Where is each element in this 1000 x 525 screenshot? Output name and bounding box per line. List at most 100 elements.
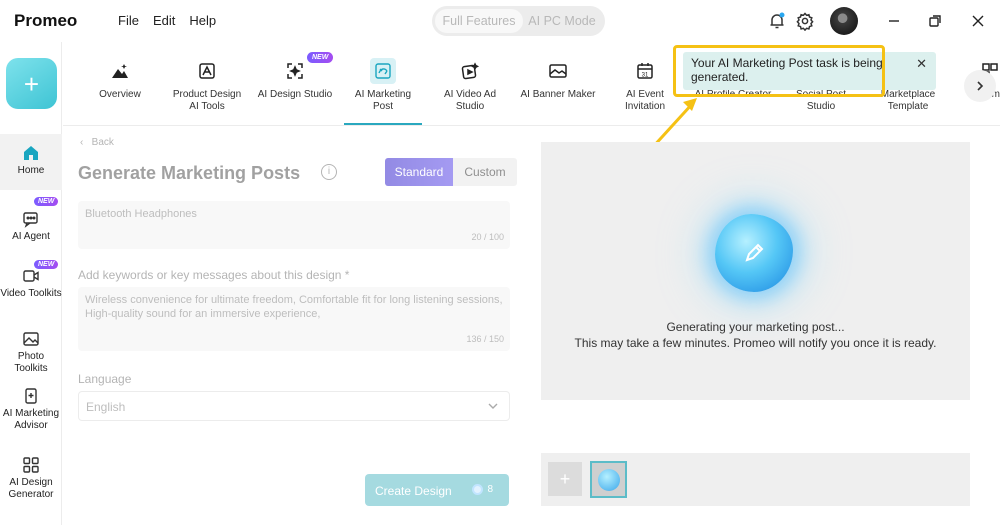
tool-label: AI Event Invitation bbox=[624, 89, 666, 112]
tool-label: AI Marketing Post bbox=[354, 89, 412, 112]
menu-help[interactable]: Help bbox=[189, 13, 216, 28]
back-label: Back bbox=[91, 137, 114, 148]
photo-icon bbox=[23, 332, 39, 346]
generate-form: ‹ Back Generate Marketing Posts i Standa… bbox=[63, 127, 533, 525]
menu-edit[interactable]: Edit bbox=[153, 13, 175, 28]
mode-toggle: Full Features AI PC Mode bbox=[432, 6, 605, 36]
keywords-value: Wireless convenience for ultimate freedo… bbox=[85, 294, 503, 320]
product-name-field[interactable]: Bluetooth Headphones 20 / 100 bbox=[78, 201, 510, 249]
char-counter: 136 / 150 bbox=[466, 334, 504, 344]
notification-text: Your AI Marketing Post task is being gen… bbox=[691, 56, 883, 84]
new-badge: NEW bbox=[34, 197, 59, 206]
sidebar: + Home AI Agent NEW Video Toolkits NEW P… bbox=[0, 42, 62, 525]
new-badge: NEW bbox=[307, 52, 334, 63]
minimize-icon[interactable] bbox=[884, 11, 904, 31]
sidebar-item-photo-toolkits[interactable]: Photo Toolkits bbox=[0, 330, 62, 376]
generating-status: Generating your marketing post... bbox=[666, 320, 845, 334]
tool-overview[interactable]: Overview bbox=[81, 42, 159, 125]
scroll-right-button[interactable] bbox=[964, 70, 996, 102]
generating-orb bbox=[715, 214, 793, 292]
sidebar-item-video-toolkits[interactable]: Video Toolkits bbox=[0, 267, 62, 313]
create-button[interactable]: + bbox=[6, 58, 57, 109]
tool-label: Product Design AI Tools bbox=[172, 89, 242, 112]
tool-label: AI Video Ad Studio bbox=[443, 89, 497, 112]
credit-icon bbox=[472, 484, 484, 495]
sidebar-item-label: AI Agent bbox=[12, 231, 50, 242]
notification-toast: Your AI Marketing Post task is being gen… bbox=[683, 52, 936, 90]
close-icon[interactable] bbox=[968, 11, 988, 31]
video-ad-icon bbox=[457, 58, 483, 84]
custom-tab[interactable]: Custom bbox=[453, 158, 517, 186]
ai-agent-icon bbox=[23, 212, 38, 228]
keywords-label: Add keywords or key messages about this … bbox=[78, 268, 350, 282]
chevron-right-icon bbox=[977, 81, 984, 91]
preview-panel: Generating your marketing post... This m… bbox=[541, 142, 970, 400]
advisor-icon bbox=[25, 388, 37, 404]
restore-icon[interactable] bbox=[925, 11, 945, 31]
home-icon bbox=[24, 146, 38, 160]
tool-label: AI Profile Creator bbox=[694, 89, 772, 100]
add-thumbnail-button[interactable]: + bbox=[548, 462, 582, 496]
plus-icon: + bbox=[23, 68, 40, 99]
bell-icon[interactable] bbox=[767, 11, 787, 31]
gear-icon[interactable] bbox=[795, 11, 815, 31]
full-features-mode[interactable]: Full Features bbox=[435, 9, 523, 33]
new-badge: NEW bbox=[34, 260, 59, 269]
tool-label: Social Post Studio bbox=[795, 89, 847, 112]
tool-label: Marketplace Template bbox=[880, 89, 936, 112]
thumbnail-bar: + bbox=[541, 453, 970, 506]
tool-ai-video-ad-studio[interactable]: AI Video Ad Studio bbox=[431, 42, 509, 125]
back-link[interactable]: ‹ Back bbox=[80, 137, 114, 148]
tool-ai-event-invitation[interactable]: 31 AI Event Invitation bbox=[606, 42, 684, 125]
sidebar-item-ai-marketing-advisor[interactable]: AI Marketing Advisor bbox=[0, 387, 62, 447]
plus-icon: + bbox=[559, 468, 571, 489]
generating-note: This may take a few minutes. Promeo will… bbox=[574, 336, 937, 350]
page-title: Generate Marketing Posts bbox=[78, 163, 301, 183]
sidebar-item-home[interactable]: Home bbox=[0, 134, 62, 190]
create-design-button[interactable]: Create Design 8 bbox=[365, 474, 509, 506]
keywords-field[interactable]: Wireless convenience for ultimate freedo… bbox=[78, 287, 510, 351]
sidebar-item-label: Photo Toolkits bbox=[14, 351, 48, 374]
sidebar-item-label: AI Marketing Advisor bbox=[2, 408, 60, 431]
thumbnail-current[interactable] bbox=[590, 461, 627, 498]
close-icon[interactable]: ✕ bbox=[916, 57, 927, 71]
banner-icon bbox=[545, 58, 571, 84]
avatar[interactable] bbox=[830, 7, 858, 35]
overview-icon bbox=[107, 58, 133, 84]
menu-file[interactable]: File bbox=[118, 13, 139, 28]
language-value: English bbox=[86, 400, 126, 414]
sidebar-item-ai-design-generator[interactable]: AI Design Generator bbox=[0, 456, 62, 502]
language-select[interactable]: English bbox=[78, 391, 510, 421]
menu-bar: File Edit Help bbox=[118, 13, 216, 28]
standard-tab[interactable]: Standard bbox=[385, 158, 453, 186]
sidebar-item-label: AI Design Generator bbox=[8, 477, 54, 500]
product-design-icon bbox=[194, 58, 220, 84]
info-icon[interactable]: i bbox=[321, 164, 337, 180]
credit-value: 8 bbox=[487, 484, 493, 495]
mode-segment: Standard Custom bbox=[385, 158, 517, 186]
tool-ai-banner-maker[interactable]: AI Banner Maker bbox=[519, 42, 597, 125]
sidebar-item-label: Video Toolkits bbox=[0, 288, 62, 299]
tool-ai-marketing-post[interactable]: AI Marketing Post bbox=[344, 42, 422, 125]
product-name-value: Bluetooth Headphones bbox=[85, 208, 197, 220]
ai-pc-mode[interactable]: AI PC Mode bbox=[523, 9, 601, 33]
svg-text:31: 31 bbox=[642, 73, 649, 79]
video-icon bbox=[23, 270, 39, 282]
design-studio-icon bbox=[282, 58, 308, 84]
app-name: Promeo bbox=[14, 11, 78, 30]
tool-label: AI Banner Maker bbox=[520, 89, 596, 100]
tool-label: AI Design Studio bbox=[257, 89, 333, 100]
chevron-down-icon bbox=[488, 403, 498, 409]
tool-label: Overview bbox=[99, 89, 141, 100]
tool-product-design[interactable]: Product Design AI Tools bbox=[168, 42, 246, 125]
grid-icon bbox=[23, 457, 39, 473]
calendar-icon: 31 bbox=[632, 58, 658, 84]
title-bar: Promeo File Edit Help Full Features AI P… bbox=[0, 0, 1000, 42]
sidebar-item-ai-agent[interactable]: AI Agent bbox=[0, 210, 62, 250]
sidebar-item-label: Home bbox=[17, 165, 45, 176]
marketing-post-icon bbox=[370, 58, 396, 84]
pencil-icon bbox=[745, 243, 764, 262]
credit-count: 8 bbox=[472, 484, 493, 495]
char-counter: 20 / 100 bbox=[471, 232, 504, 242]
language-label: Language bbox=[78, 372, 132, 386]
